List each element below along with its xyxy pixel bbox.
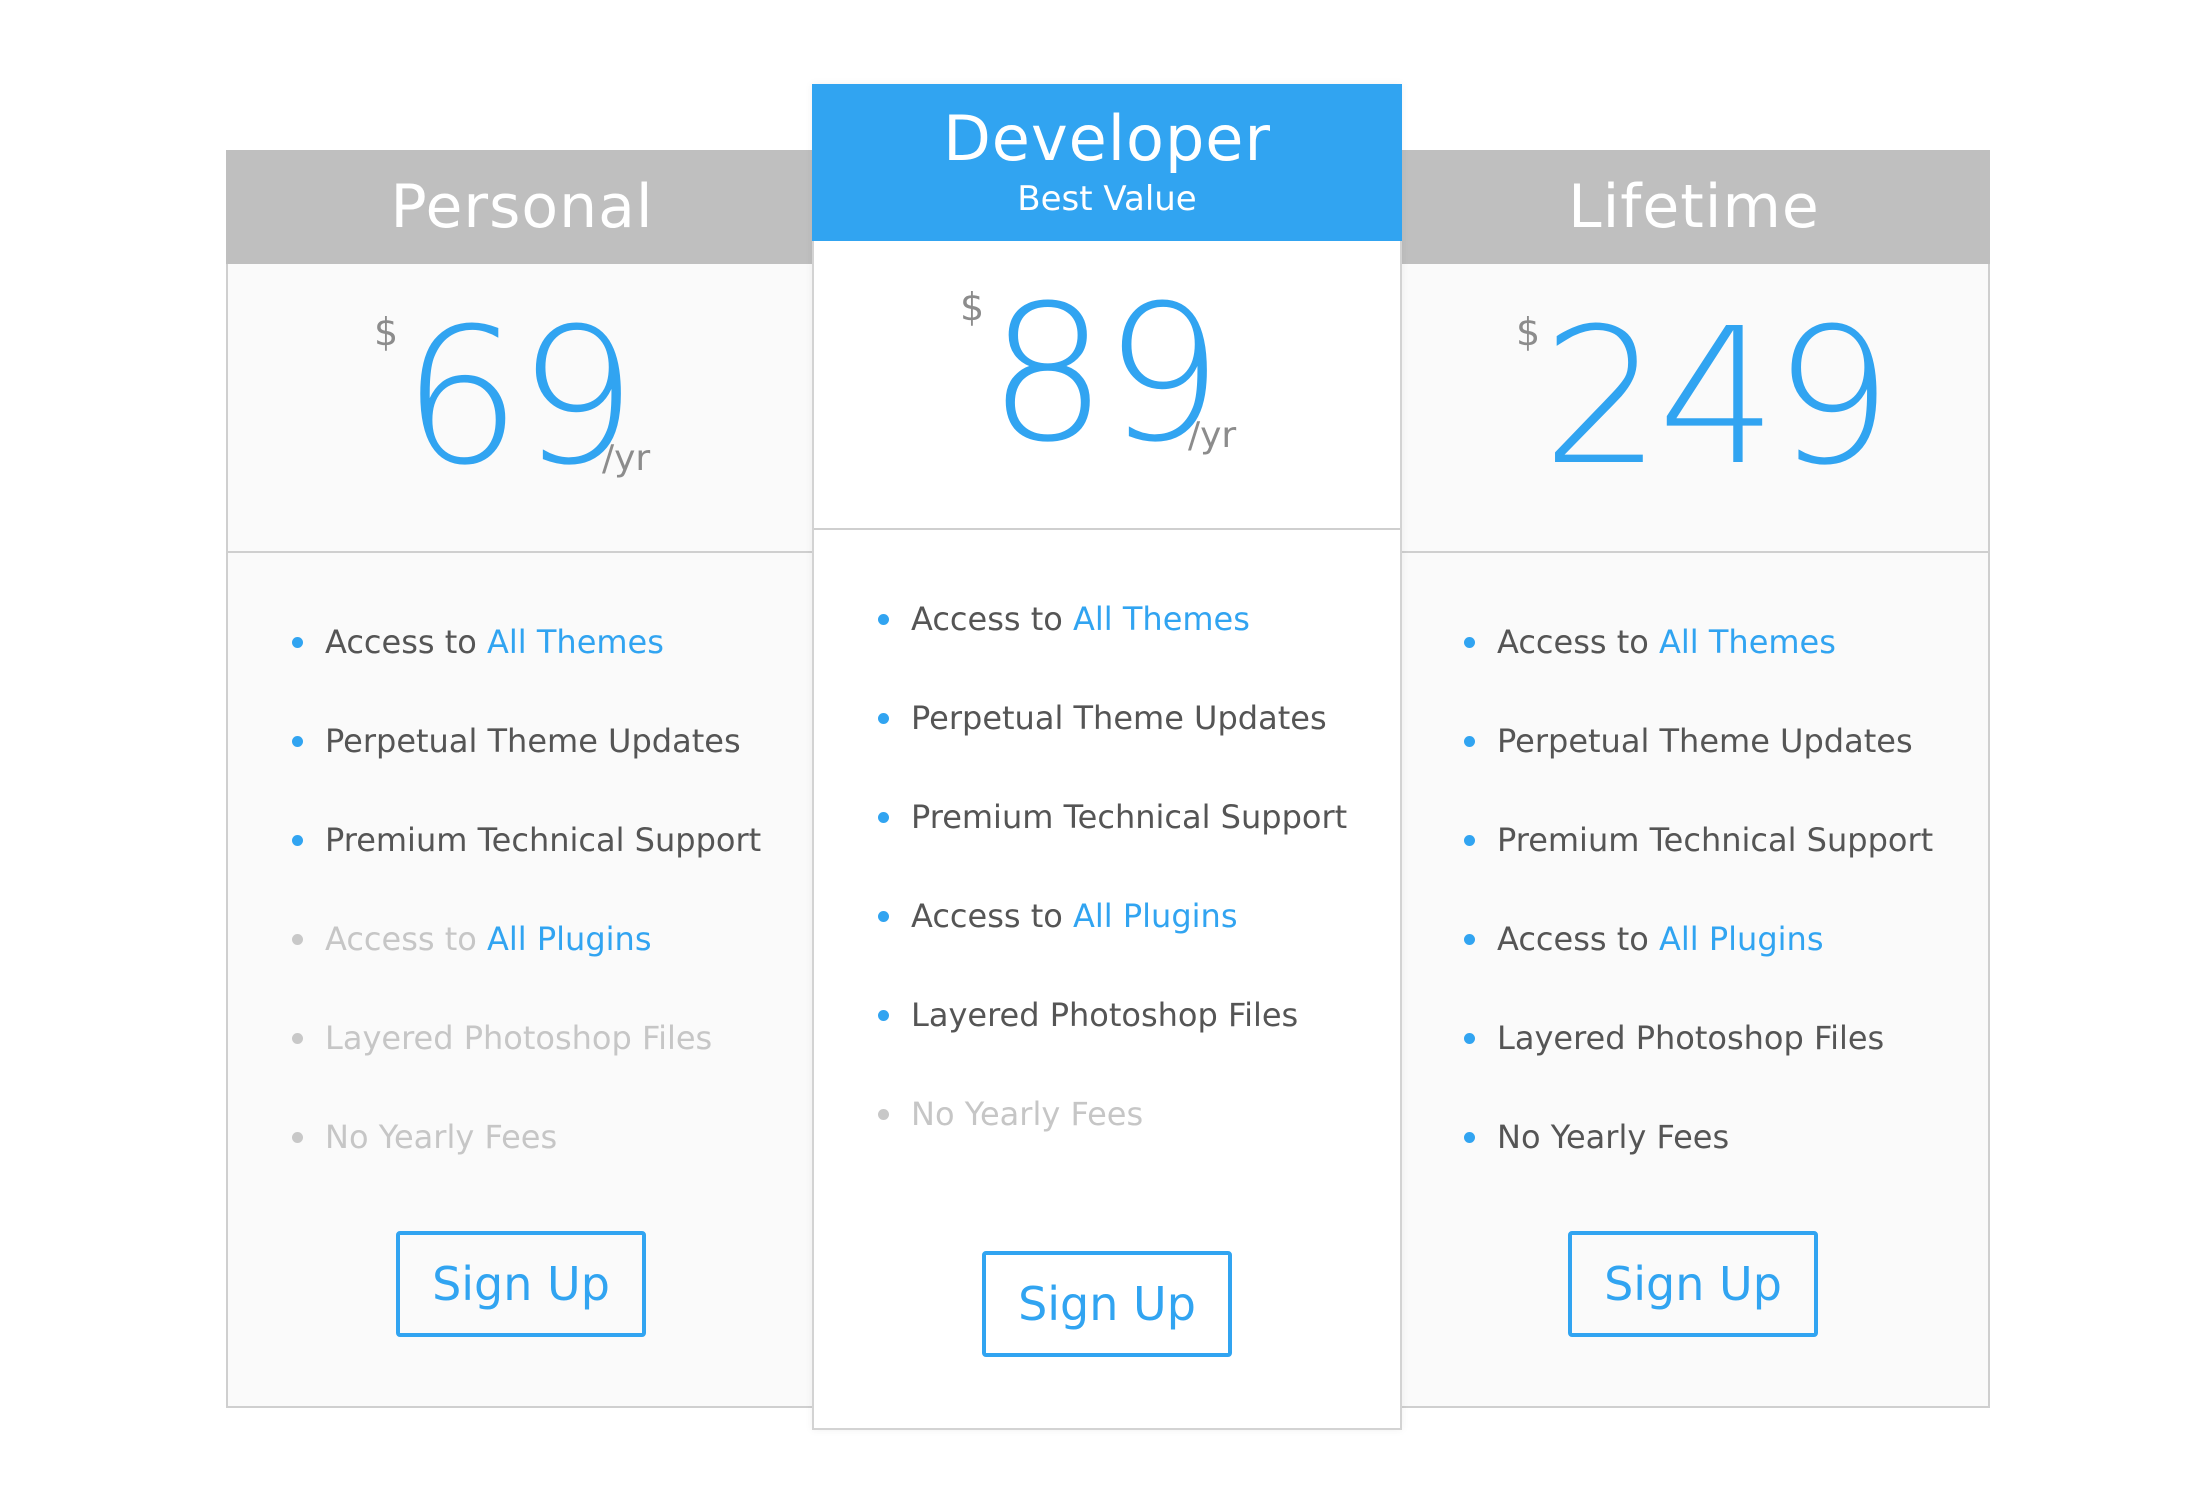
bullet-dot	[1464, 735, 1475, 747]
feature-text: No Yearly Fees	[911, 1095, 1144, 1133]
bullet-dot	[878, 811, 889, 823]
price-amount: 249	[1542, 288, 1893, 507]
feature-text: Access to	[1497, 623, 1660, 661]
feature-item: Access to All Themes	[1464, 623, 1836, 661]
sign-up-button-lifetime[interactable]: Sign Up	[1568, 1231, 1818, 1337]
feature-text: Perpetual Theme Updates	[1497, 722, 1913, 760]
feature-text: Access to	[911, 600, 1074, 638]
feature-text: Layered Photoshop Files	[911, 996, 1299, 1034]
currency-symbol: $	[1516, 310, 1541, 354]
feature-text: Premium Technical Support	[911, 798, 1348, 836]
best-value-badge: Best Value	[1017, 179, 1197, 220]
bullet-dot	[878, 1009, 889, 1021]
feature-text: Access to	[1497, 920, 1660, 958]
sign-up-button-developer[interactable]: Sign Up	[982, 1251, 1232, 1357]
feature-item: Layered Photoshop Files	[292, 1019, 712, 1057]
price-period: /yr	[1188, 415, 1237, 456]
all-themes-link[interactable]: All Themes	[1073, 600, 1250, 638]
feature-item: Layered Photoshop Files	[878, 996, 1298, 1034]
feature-text: Premium Technical Support	[1497, 821, 1934, 859]
feature-item: No Yearly Fees	[292, 1118, 557, 1156]
plan-header-personal: Personal	[226, 150, 818, 264]
feature-item: Premium Technical Support	[292, 821, 761, 859]
price-period: /yr	[602, 438, 651, 479]
feature-text: No Yearly Fees	[1497, 1118, 1730, 1156]
feature-item: Access to All Plugins	[292, 920, 651, 958]
feature-item: Perpetual Theme Updates	[878, 699, 1327, 737]
feature-item: Access to All Themes	[878, 600, 1250, 638]
price-amount: 89	[988, 265, 1223, 484]
feature-item: No Yearly Fees	[878, 1095, 1143, 1133]
bullet-dot	[1464, 636, 1475, 648]
feature-text: Layered Photoshop Files	[1497, 1019, 1885, 1057]
plan-card-developer: Developer Best Value $ 89 /yr Access to …	[812, 84, 1402, 1430]
feature-text: Access to	[911, 897, 1074, 935]
currency-symbol: $	[374, 310, 399, 354]
bullet-dot	[878, 910, 889, 922]
feature-item: Access to All Themes	[292, 623, 664, 661]
feature-text: Access to	[325, 623, 488, 661]
feature-item: No Yearly Fees	[1464, 1118, 1729, 1156]
all-themes-link[interactable]: All Themes	[487, 623, 664, 661]
plan-header-developer: Developer Best Value	[812, 84, 1402, 241]
feature-text: Perpetual Theme Updates	[911, 699, 1327, 737]
feature-text: Premium Technical Support	[325, 821, 762, 859]
plan-card-personal: Personal $ 69 /yr Access to All Themes P…	[226, 150, 818, 1408]
all-plugins-link[interactable]: All Plugins	[487, 920, 651, 958]
bullet-dot	[878, 613, 889, 625]
bullet-dot	[1464, 933, 1475, 945]
bullet-dot	[1464, 1131, 1475, 1143]
bullet-dot	[878, 712, 889, 724]
plan-card-lifetime: Lifetime $ 249 Access to All Themes Perp…	[1398, 150, 1990, 1408]
bullet-dot	[292, 834, 303, 846]
feature-item: Layered Photoshop Files	[1464, 1019, 1884, 1057]
bullet-dot	[292, 933, 303, 945]
all-themes-link[interactable]: All Themes	[1659, 623, 1836, 661]
plan-title: Lifetime	[1568, 172, 1820, 242]
bullet-dot	[292, 735, 303, 747]
feature-text: Layered Photoshop Files	[325, 1019, 713, 1057]
plan-header-lifetime: Lifetime	[1398, 150, 1990, 264]
currency-symbol: $	[960, 285, 985, 329]
feature-item: Premium Technical Support	[1464, 821, 1933, 859]
price-amount: 69	[402, 288, 637, 507]
sign-up-button-personal[interactable]: Sign Up	[396, 1231, 646, 1337]
bullet-dot	[1464, 1032, 1475, 1044]
feature-item: Perpetual Theme Updates	[1464, 722, 1913, 760]
feature-item: Perpetual Theme Updates	[292, 722, 741, 760]
feature-text: Access to	[325, 920, 488, 958]
feature-item: Access to All Plugins	[1464, 920, 1823, 958]
all-plugins-link[interactable]: All Plugins	[1073, 897, 1237, 935]
all-plugins-link[interactable]: All Plugins	[1659, 920, 1823, 958]
bullet-dot	[1464, 834, 1475, 846]
bullet-dot	[878, 1108, 889, 1120]
feature-text: Perpetual Theme Updates	[325, 722, 741, 760]
bullet-dot	[292, 1032, 303, 1044]
plan-title: Personal	[390, 172, 654, 242]
bullet-dot	[292, 1131, 303, 1143]
feature-text: No Yearly Fees	[325, 1118, 558, 1156]
plan-title: Developer	[943, 101, 1271, 175]
feature-item: Premium Technical Support	[878, 798, 1347, 836]
bullet-dot	[292, 636, 303, 648]
feature-item: Access to All Plugins	[878, 897, 1237, 935]
price-block-developer: $ 89 /yr	[814, 241, 1400, 530]
price-block-personal: $ 69 /yr	[228, 264, 816, 553]
price-block-lifetime: $ 249	[1400, 264, 1988, 553]
